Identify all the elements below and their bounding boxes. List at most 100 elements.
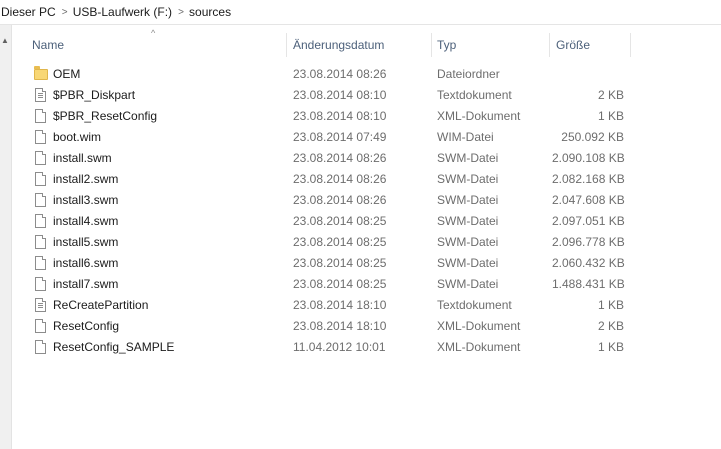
file-size: 1 KB	[597, 298, 624, 312]
file-name: $PBR_Diskpart	[53, 88, 136, 102]
file-icon	[33, 255, 49, 272]
file-date-modified: 23.08.2014 08:25	[293, 214, 387, 228]
file-row[interactable]: install7.swm 23.08.2014 08:25 SWM-Datei 1.4…	[12, 274, 721, 295]
file-date-modified: 23.08.2014 08:10	[293, 109, 387, 123]
file-type: Textdokument	[437, 298, 512, 312]
file-date-modified: 23.08.2014 08:26	[293, 172, 387, 186]
file-icon	[33, 318, 49, 335]
file-icon	[33, 339, 49, 356]
file-size: 1 KB	[597, 340, 624, 354]
file-date-modified: 23.08.2014 08:10	[293, 88, 387, 102]
chevron-right-icon[interactable]: >	[58, 7, 72, 18]
file-row[interactable]: $PBR_ResetConfig 23.08.2014 08:10 XML-Doku…	[12, 106, 721, 127]
file-type: WIM-Datei	[437, 130, 494, 144]
file-row[interactable]: $PBR_Diskpart 23.08.2014 08:10 Textdokumen…	[12, 85, 721, 106]
file-date-modified: 23.08.2014 07:49	[293, 130, 387, 144]
file-name: ResetConfig_SAMPLE	[53, 340, 175, 354]
file-row[interactable]: ReCreatePartition 23.08.2014 18:10 Textdok…	[12, 295, 721, 316]
file-type: SWM-Datei	[437, 193, 499, 207]
file-row[interactable]: install.swm 23.08.2014 08:26 SWM-Datei 2.09…	[12, 148, 721, 169]
file-size: 2.097.051 KB	[552, 214, 625, 228]
scroll-up-icon[interactable]: ▲	[1, 37, 9, 45]
file-size: 2 KB	[597, 88, 624, 102]
file-icon	[33, 213, 49, 230]
file-icon	[33, 108, 49, 125]
file-row[interactable]: install3.swm 23.08.2014 08:26 SWM-Datei 2.0…	[12, 190, 721, 211]
file-type: SWM-Datei	[437, 172, 499, 186]
file-type: XML-Dokument	[437, 340, 521, 354]
file-date-modified: 23.08.2014 08:26	[293, 193, 387, 207]
file-date-modified: 23.08.2014 08:26	[293, 151, 387, 165]
file-type: SWM-Datei	[437, 214, 499, 228]
file-date-modified: 23.08.2014 08:25	[293, 256, 387, 270]
column-header-size[interactable]: Größe	[552, 25, 630, 57]
file-name: ReCreatePartition	[53, 298, 149, 312]
file-date-modified: 23.08.2014 08:26	[293, 67, 387, 81]
file-size: 2.090.108 KB	[552, 151, 625, 165]
file-size: 2.096.778 KB	[552, 235, 625, 249]
breadcrumb-usb-drive[interactable]: USB-Laufwerk (F:)	[72, 1, 174, 23]
file-date-modified: 23.08.2014 08:25	[293, 235, 387, 249]
file-icon	[33, 192, 49, 209]
breadcrumb-sources[interactable]: sources	[188, 1, 233, 23]
file-name: install6.swm	[53, 256, 119, 270]
file-icon	[33, 129, 49, 146]
column-header-name[interactable]: Name	[28, 25, 286, 57]
file-date-modified: 23.08.2014 18:10	[293, 319, 387, 333]
file-row[interactable]: install6.swm 23.08.2014 08:25 SWM-Datei 2.0…	[12, 253, 721, 274]
file-row[interactable]: install5.swm 23.08.2014 08:25 SWM-Datei 2.0…	[12, 232, 721, 253]
column-divider[interactable]	[431, 33, 432, 57]
file-name: install.swm	[53, 151, 112, 165]
breadcrumb-this-pc[interactable]: Dieser PC	[0, 1, 58, 23]
file-date-modified: 23.08.2014 08:25	[293, 277, 387, 291]
file-size: 1.488.431 KB	[552, 277, 625, 291]
file-type: XML-Dokument	[437, 109, 521, 123]
chevron-right-icon[interactable]: >	[174, 7, 188, 18]
file-date-modified: 11.04.2012 10:01	[293, 340, 386, 354]
column-header-date[interactable]: Änderungsdatum	[289, 25, 431, 57]
column-divider[interactable]	[630, 33, 631, 57]
file-row[interactable]: install2.swm 23.08.2014 08:26 SWM-Datei 2.0…	[12, 169, 721, 190]
column-header-row: ^ Name Änderungsdatum Typ Größe	[12, 25, 721, 57]
folder-icon	[33, 66, 49, 83]
file-icon	[33, 276, 49, 293]
file-row[interactable]: boot.wim 23.08.2014 07:49 WIM-Datei 250.092…	[12, 127, 721, 148]
file-icon	[33, 234, 49, 251]
file-name: install2.swm	[53, 172, 119, 186]
file-name: ResetConfig	[53, 319, 120, 333]
file-type: XML-Dokument	[437, 319, 521, 333]
file-row[interactable]: ResetConfig 23.08.2014 18:10 XML-Dokument 2…	[12, 316, 721, 337]
file-size: 2.047.608 KB	[552, 193, 625, 207]
nav-pane-scrollbar[interactable]: ▲	[0, 25, 12, 449]
file-date-modified: 23.08.2014 18:10	[293, 298, 387, 312]
breadcrumb: Dieser PC > USB-Laufwerk (F:) > sources	[0, 0, 721, 25]
text-file-icon	[33, 87, 49, 104]
file-icon	[33, 150, 49, 167]
file-type: Textdokument	[437, 88, 512, 102]
file-icon	[33, 171, 49, 188]
file-size: 2.060.432 KB	[552, 256, 625, 270]
file-type: SWM-Datei	[437, 256, 499, 270]
file-size: 2.082.168 KB	[552, 172, 625, 186]
file-row[interactable]: OEM 23.08.2014 08:26 Dateiordner	[12, 64, 721, 85]
file-type: SWM-Datei	[437, 277, 499, 291]
file-list: OEM 23.08.2014 08:26 Dateiordner $PBR_Diskp…	[12, 64, 721, 358]
file-name: install5.swm	[53, 235, 119, 249]
file-row[interactable]: install4.swm 23.08.2014 08:25 SWM-Datei 2.0…	[12, 211, 721, 232]
column-divider[interactable]	[549, 33, 550, 57]
file-type: SWM-Datei	[437, 151, 499, 165]
file-name: install7.swm	[53, 277, 119, 291]
text-file-icon	[33, 297, 49, 314]
file-row[interactable]: ResetConfig_SAMPLE 11.04.2012 10:01 XML-Do…	[12, 337, 721, 358]
file-name: OEM	[53, 67, 81, 81]
file-explorer: Dieser PC > USB-Laufwerk (F:) > sources …	[0, 0, 721, 449]
column-header-type[interactable]: Typ	[433, 25, 549, 57]
file-size: 2 KB	[597, 319, 624, 333]
file-type: SWM-Datei	[437, 235, 499, 249]
column-divider[interactable]	[286, 33, 287, 57]
file-size	[552, 64, 624, 85]
file-size: 1 KB	[597, 109, 624, 123]
file-name: $PBR_ResetConfig	[53, 109, 158, 123]
file-name: install3.swm	[53, 193, 119, 207]
file-type: Dateiordner	[437, 67, 500, 81]
